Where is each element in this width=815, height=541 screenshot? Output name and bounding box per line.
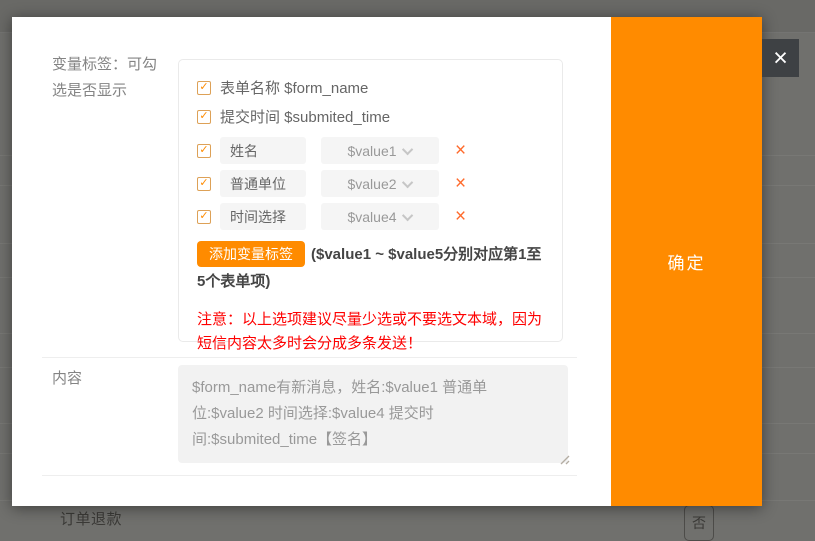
sms-variable-settings-dialog: 变量标签：可勾选是否显示 内容 ✓ 表单名称 $form_name ✓ 提交时间… bbox=[12, 17, 762, 506]
confirm-button-label: 确定 bbox=[668, 249, 706, 274]
remove-row-icon[interactable]: × bbox=[455, 141, 466, 160]
background-no-button[interactable]: 否 bbox=[684, 505, 714, 541]
fixed-option-row: ✓ 表单名称 $form_name bbox=[197, 73, 546, 102]
remove-row-icon[interactable]: × bbox=[455, 207, 466, 226]
remove-row-icon[interactable]: × bbox=[455, 174, 466, 193]
field-name-input[interactable]: 普通单位 bbox=[220, 170, 306, 197]
content-section-label: 内容 bbox=[52, 366, 170, 392]
value-select[interactable]: $value1 bbox=[321, 137, 439, 164]
sms-length-warning: 注意：以上选项建议尽量少选或不要选文本域，因为短信内容太多时会分成多条发送！ bbox=[197, 308, 546, 356]
checkbox-variable-1[interactable]: ✓ bbox=[197, 144, 211, 158]
fixed-option-label: 提交时间 $submited_time bbox=[220, 106, 390, 127]
value-select-label: $value1 bbox=[347, 143, 396, 159]
fixed-option-label: 表单名称 $form_name bbox=[220, 77, 368, 98]
add-variable-row: 添加变量标签($value1 ~ $value5分别对应第1至5个表单项) bbox=[197, 241, 546, 295]
chevron-down-icon bbox=[401, 209, 412, 220]
close-icon[interactable]: × bbox=[762, 39, 799, 77]
value-select-label: $value2 bbox=[347, 176, 396, 192]
variable-tag-row: ✓ 时间选择 $value4 × bbox=[197, 203, 546, 230]
variable-tag-row: ✓ 普通单位 $value2 × bbox=[197, 170, 546, 197]
section-divider bbox=[42, 475, 577, 476]
checkbox-form-name[interactable]: ✓ bbox=[197, 81, 211, 95]
variable-section-label: 变量标签：可勾选是否显示 bbox=[52, 52, 170, 104]
confirm-button[interactable]: 确定 bbox=[611, 17, 762, 506]
background-row-label: 订单退款 bbox=[60, 508, 122, 529]
value-select[interactable]: $value4 bbox=[321, 203, 439, 230]
variable-options-box: ✓ 表单名称 $form_name ✓ 提交时间 $submited_time … bbox=[178, 59, 563, 342]
add-variable-tag-button[interactable]: 添加变量标签 bbox=[197, 241, 305, 267]
fixed-option-row: ✓ 提交时间 $submited_time bbox=[197, 102, 546, 131]
variable-tag-row: ✓ 姓名 $value1 × bbox=[197, 137, 546, 164]
field-name-input[interactable]: 姓名 bbox=[220, 137, 306, 164]
field-name-input[interactable]: 时间选择 bbox=[220, 203, 306, 230]
chevron-down-icon bbox=[401, 176, 412, 187]
chevron-down-icon bbox=[401, 143, 412, 154]
value-select-label: $value4 bbox=[347, 209, 396, 225]
checkbox-variable-3[interactable]: ✓ bbox=[197, 210, 211, 224]
sms-content-textarea[interactable]: $form_name有新消息，姓名:$value1 普通单位:$value2 时… bbox=[178, 365, 568, 463]
checkbox-submitted-time[interactable]: ✓ bbox=[197, 110, 211, 124]
section-divider bbox=[42, 357, 577, 358]
value-select[interactable]: $value2 bbox=[321, 170, 439, 197]
checkbox-variable-2[interactable]: ✓ bbox=[197, 177, 211, 191]
